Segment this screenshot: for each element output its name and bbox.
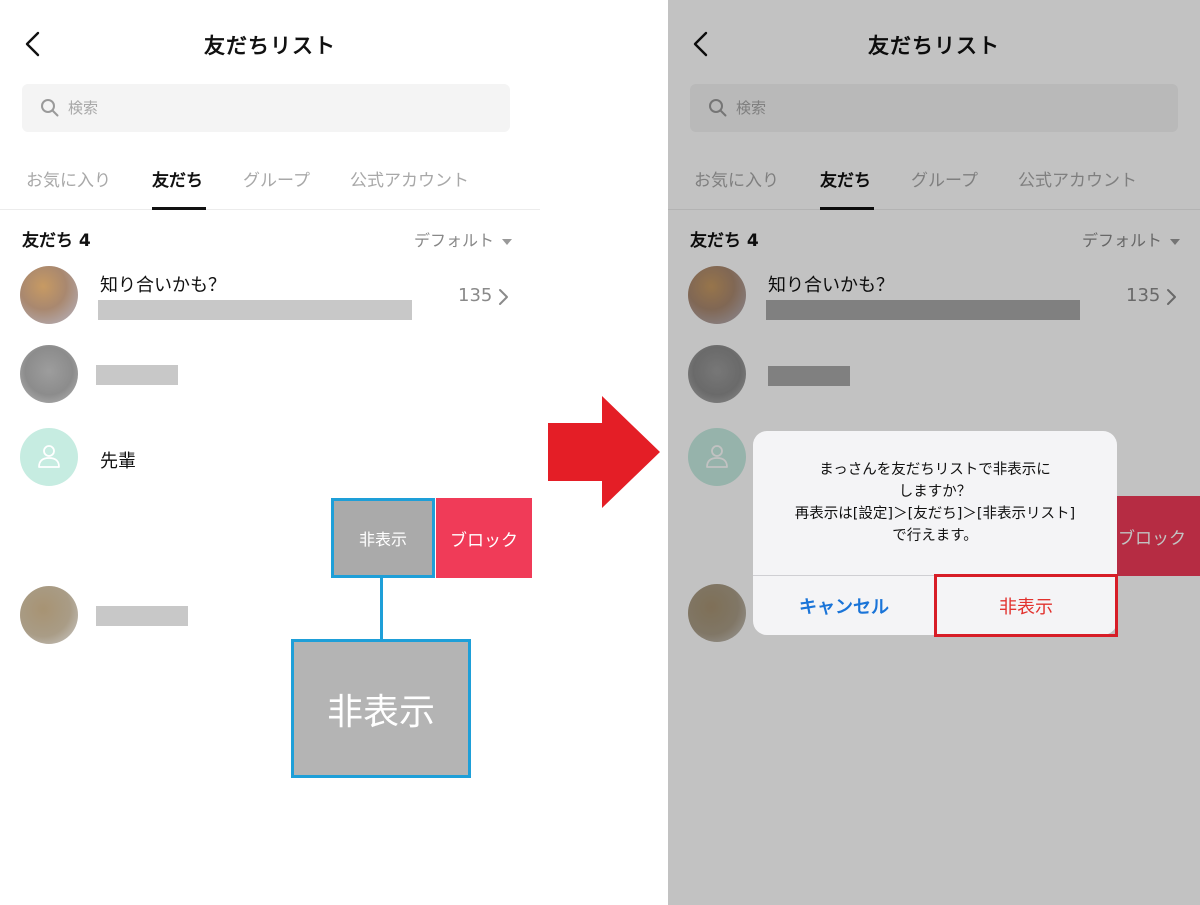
hide-callout: 非表示 [291, 639, 471, 778]
suggestion-count[interactable]: 135 [458, 285, 492, 306]
search-placeholder: 検索 [68, 99, 99, 117]
count-value: 135 [458, 285, 493, 306]
confirm-hide-dialog: まっさんを友だちリストで非表示に しますか？ 再表示は[設定]＞[友だち]＞[非… [753, 431, 1118, 637]
search-input[interactable]: 検索 [22, 84, 510, 132]
row-name-suggested[interactable]: 知り合いかも？ [100, 271, 226, 297]
tab-friends[interactable]: 友だち [152, 166, 203, 191]
active-tab-indicator [152, 207, 206, 210]
tab-favorites[interactable]: お気に入り [26, 166, 111, 191]
sort-dropdown[interactable]: デフォルト [414, 227, 513, 251]
sort-label: デフォルト [414, 231, 495, 250]
tab-official-accounts[interactable]: 公式アカウント [350, 166, 469, 191]
redacted-name [96, 365, 178, 385]
chevron-right-icon [499, 289, 508, 305]
person-icon [38, 445, 60, 468]
avatar[interactable] [20, 266, 78, 324]
redacted-name [96, 606, 188, 626]
search-icon [41, 99, 59, 117]
tab-bar: お気に入り 友だち グループ 公式アカウント [0, 160, 540, 210]
page-title: 友だちリスト [204, 34, 336, 58]
avatar-placeholder[interactable] [20, 428, 78, 486]
tab-groups[interactable]: グループ [243, 166, 310, 191]
callout-connector [380, 578, 383, 640]
confirm-hide-button[interactable]: 非表示 [934, 574, 1118, 637]
row-name[interactable]: 先輩 [100, 447, 136, 473]
hide-button[interactable]: 非表示 [331, 498, 435, 578]
dialog-message-line: しますか？ [898, 484, 972, 500]
arrow-right-icon [548, 396, 660, 508]
friends-count-heading: 友だち 4 [22, 231, 91, 251]
dialog-message-line: まっさんを友だちリストで非表示に [819, 462, 1051, 478]
screen-after: 友だちリスト 検索 お気に入り 友だち グループ 公式アカウント 友だち 4 デ… [668, 0, 1200, 905]
dialog-message: まっさんを友だちリストで非表示に しますか？ 再表示は[設定]＞[友だち]＞[非… [753, 459, 1117, 547]
redacted-text [98, 300, 412, 320]
screen-before: 友だちリスト 検索 お気に入り 友だち グループ 公式アカウント 友だち 4 デ… [0, 0, 540, 905]
caret-down-icon [502, 238, 513, 245]
cancel-button[interactable]: キャンセル [753, 576, 935, 635]
block-button[interactable]: ブロック [436, 498, 532, 578]
dialog-message-line: で行えます。 [892, 528, 978, 544]
avatar[interactable] [20, 345, 78, 403]
dialog-message-line: 再表示は[設定]＞[友だち]＞[非表示リスト] [794, 506, 1076, 522]
avatar[interactable] [20, 586, 78, 644]
